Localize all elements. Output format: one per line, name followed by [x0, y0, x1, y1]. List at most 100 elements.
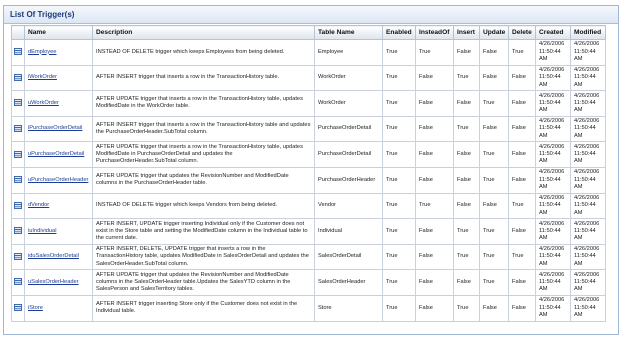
cell-insert: True: [453, 294, 480, 322]
cell-icon: [11, 166, 25, 194]
cell-delete: False: [508, 141, 536, 168]
table-trigger-icon: [14, 48, 22, 56]
cell-table-name: Individual: [314, 218, 383, 245]
cell-description: AFTER UPDATE trigger that updates the Re…: [92, 166, 315, 194]
cell-description: AFTER UPDATE trigger that inserts a row …: [92, 141, 315, 168]
cell-update: True: [479, 141, 509, 168]
cell-created: 4/26/2006 11:50:44 AM: [535, 115, 571, 143]
table-row[interactable]: iWorkOrder AFTER INSERT trigger that inse…: [11, 64, 606, 92]
cell-created: 4/26/2006 11:50:44 AM: [535, 141, 571, 168]
column-header-delete[interactable]: Delete: [508, 25, 536, 40]
triggers-table: Name Description Table Name Enabled Inst…: [11, 25, 606, 322]
cell-name: uPurchaseOrderDetail: [24, 141, 93, 168]
cell-created: 4/26/2006 11:50:44 AM: [535, 192, 571, 220]
cell-delete: False: [508, 269, 536, 296]
cell-insteadof: False: [415, 218, 454, 245]
column-header-table-name[interactable]: Table Name: [314, 25, 383, 40]
cell-icon: [11, 294, 25, 322]
cell-icon: [11, 192, 25, 220]
table-row[interactable]: iStore AFTER INSERT trigger inserting Sto…: [11, 294, 606, 322]
cell-table-name: Employee: [314, 39, 383, 66]
column-header-enabled[interactable]: Enabled: [382, 25, 416, 40]
table-row[interactable]: uSalesOrderHeader AFTER UPDATE trigger th…: [11, 269, 606, 296]
cell-enabled: True: [382, 218, 416, 245]
cell-icon: [11, 115, 25, 143]
cell-insteadof: False: [415, 243, 454, 271]
cell-delete: False: [508, 218, 536, 245]
column-header-description[interactable]: Description: [92, 25, 315, 40]
cell-delete: False: [508, 115, 536, 143]
column-header-modified[interactable]: Modified: [570, 25, 606, 40]
cell-name: uSalesOrderHeader: [24, 269, 93, 296]
trigger-name-link[interactable]: uPurchaseOrderDetail: [28, 151, 84, 157]
trigger-name-link[interactable]: uPurchaseOrderHeader: [28, 177, 88, 183]
cell-modified: 4/26/2006 11:50:44 AM: [570, 243, 606, 271]
cell-enabled: True: [382, 294, 416, 322]
cell-icon: [11, 64, 25, 92]
cell-enabled: True: [382, 64, 416, 92]
cell-modified: 4/26/2006 11:50:44 AM: [570, 218, 606, 245]
trigger-name-link[interactable]: iPurchaseOrderDetail: [28, 125, 82, 131]
column-header-icon[interactable]: [11, 25, 25, 40]
cell-delete: True: [508, 192, 536, 220]
cell-insteadof: False: [415, 90, 454, 117]
column-header-created[interactable]: Created: [535, 25, 571, 40]
trigger-name-link[interactable]: uSalesOrderHeader: [28, 279, 79, 285]
trigger-name-link[interactable]: iStore: [28, 305, 43, 311]
cell-icon: [11, 243, 25, 271]
cell-table-name: WorkOrder: [314, 90, 383, 117]
trigger-name-link[interactable]: iduSalesOrderDetail: [28, 253, 79, 259]
cell-table-name: SalesOrderHeader: [314, 269, 383, 296]
table-trigger-icon: [14, 227, 22, 235]
table-row[interactable]: uPurchaseOrderDetail AFTER UPDATE trigger…: [11, 141, 606, 168]
trigger-name-link[interactable]: dEmployee: [28, 49, 56, 55]
trigger-name-link[interactable]: iuIndividual: [28, 228, 56, 234]
cell-insert: False: [453, 39, 480, 66]
cell-delete: True: [508, 39, 536, 66]
cell-update: False: [479, 192, 509, 220]
cell-description: AFTER INSERT trigger that inserts a row …: [92, 64, 315, 92]
cell-insteadof: True: [415, 39, 454, 66]
table-row[interactable]: iduSalesOrderDetail AFTER INSERT, DELETE,…: [11, 243, 606, 271]
panel-title: List Of Trigger(s): [4, 6, 618, 24]
column-header-name[interactable]: Name: [24, 25, 93, 40]
cell-created: 4/26/2006 11:50:44 AM: [535, 90, 571, 117]
cell-insteadof: True: [415, 192, 454, 220]
cell-created: 4/26/2006 11:50:44 AM: [535, 166, 571, 194]
cell-insert: False: [453, 269, 480, 296]
trigger-name-link[interactable]: dVendor: [28, 202, 49, 208]
table-row[interactable]: iuIndividual AFTER INSERT, UPDATE trigger…: [11, 218, 606, 245]
table-trigger-icon: [14, 73, 22, 81]
trigger-name-link[interactable]: iWorkOrder: [28, 74, 57, 80]
cell-insert: False: [453, 90, 480, 117]
cell-insert: True: [453, 243, 480, 271]
cell-insteadof: False: [415, 294, 454, 322]
table-row[interactable]: uWorkOrder AFTER UPDATE trigger that inse…: [11, 90, 606, 117]
trigger-name-link[interactable]: uWorkOrder: [28, 100, 59, 106]
cell-delete: False: [508, 294, 536, 322]
cell-icon: [11, 39, 25, 66]
cell-modified: 4/26/2006 11:50:44 AM: [570, 64, 606, 92]
cell-table-name: PurchaseOrderDetail: [314, 141, 383, 168]
column-header-insteadof[interactable]: InsteadOf: [415, 25, 454, 40]
cell-enabled: True: [382, 141, 416, 168]
cell-insteadof: False: [415, 64, 454, 92]
table-row[interactable]: dEmployee INSTEAD OF DELETE trigger which…: [11, 39, 606, 66]
cell-insert: True: [453, 64, 480, 92]
table-row[interactable]: uPurchaseOrderHeader AFTER UPDATE trigger…: [11, 166, 606, 194]
table-row[interactable]: iPurchaseOrderDetail AFTER INSERT trigger…: [11, 115, 606, 143]
cell-icon: [11, 90, 25, 117]
cell-table-name: SalesOrderDetail: [314, 243, 383, 271]
cell-description: AFTER INSERT, DELETE, UPDATE trigger tha…: [92, 243, 315, 271]
cell-delete: True: [508, 243, 536, 271]
column-header-insert[interactable]: Insert: [453, 25, 480, 40]
cell-name: dEmployee: [24, 39, 93, 66]
cell-icon: [11, 218, 25, 245]
cell-modified: 4/26/2006 11:50:44 AM: [570, 166, 606, 194]
cell-update: False: [479, 39, 509, 66]
cell-insert: False: [453, 141, 480, 168]
table-trigger-icon: [14, 99, 22, 107]
table-row[interactable]: dVendor INSTEAD OF DELETE trigger which k…: [11, 192, 606, 220]
column-header-update[interactable]: Update: [479, 25, 509, 40]
cell-table-name: PurchaseOrderHeader: [314, 166, 383, 194]
